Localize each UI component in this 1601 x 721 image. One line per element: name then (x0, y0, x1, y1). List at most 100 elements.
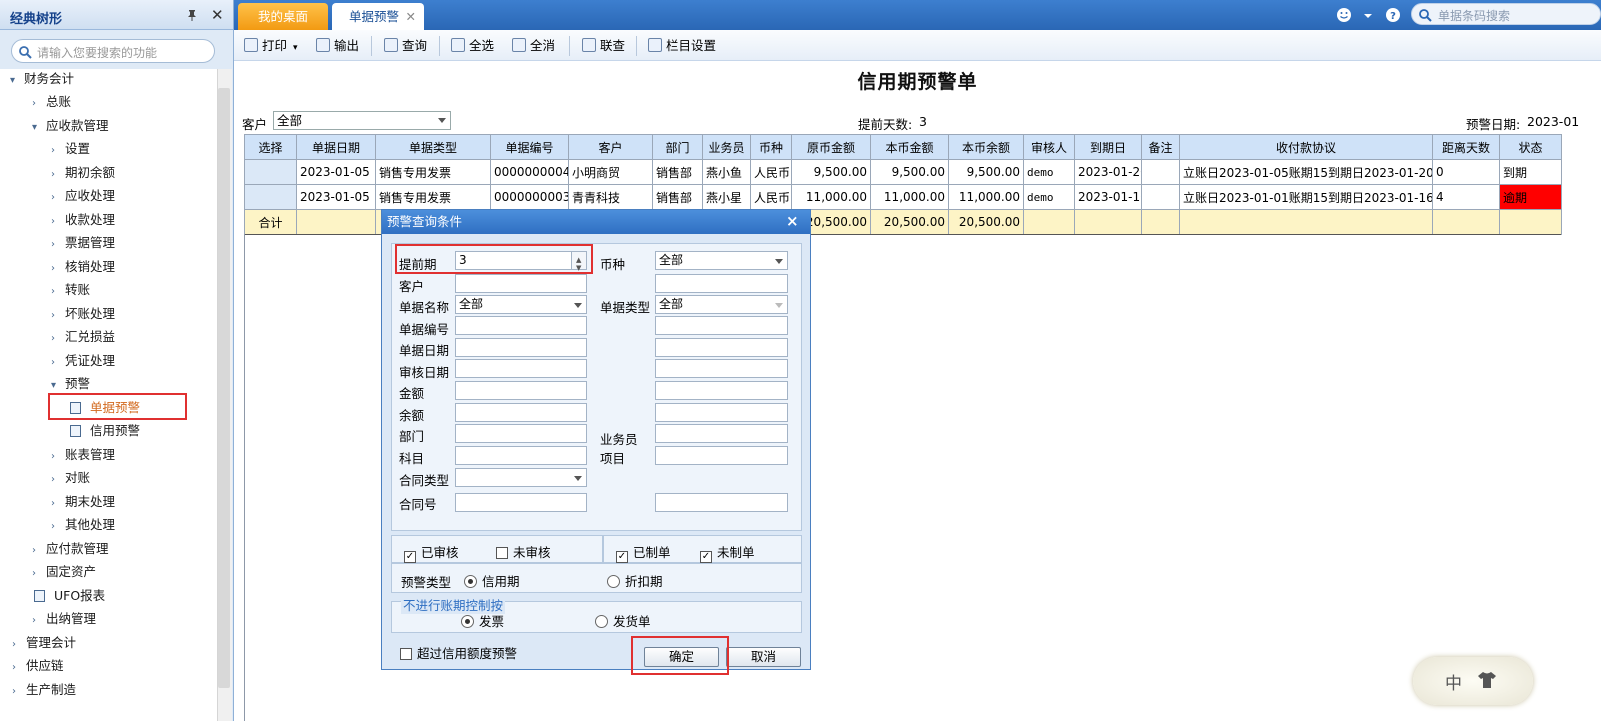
tree-item-warning[interactable]: ▾ 预警 (51, 373, 90, 395)
tree-item-write-off[interactable]: › 核销处理 (51, 256, 115, 278)
column-header[interactable]: 状态 (1499, 134, 1562, 160)
row-select-cell[interactable] (244, 159, 297, 185)
tree-item-manufacturing[interactable]: › 生产制造 (12, 679, 76, 701)
invoice-radio[interactable]: 发票 (461, 611, 504, 630)
dialog-close-icon[interactable]: × (786, 212, 799, 230)
tree-item-settings[interactable]: › 设置 (51, 138, 90, 160)
audited-checkbox[interactable]: ✓ 已审核 (404, 542, 459, 563)
link-query-button[interactable]: 联查 (582, 37, 625, 55)
deselect-all-button[interactable]: 全消 (512, 37, 555, 55)
table-row[interactable]: 2023-01-05 销售专用发票 0000000003 青青科技 销售部 燕小… (244, 184, 1562, 210)
contract-no-from-field[interactable] (455, 493, 587, 512)
doc-date-from-field[interactable] (455, 338, 587, 357)
customer-to-field[interactable] (655, 274, 788, 293)
sidebar-search-input[interactable]: 请输入您要搜索的功能 (11, 39, 215, 63)
tree-item-management-accounting[interactable]: › 管理会计 (12, 632, 76, 654)
tree-item-payables[interactable]: › 应付款管理 (32, 538, 109, 560)
customer-from-field[interactable] (455, 274, 587, 293)
pin-icon[interactable] (186, 9, 198, 21)
over-credit-limit-checkbox[interactable]: 超过信用额度预警 (400, 643, 517, 662)
column-header[interactable]: 币种 (750, 134, 792, 160)
table-row[interactable]: 2023-01-05 销售专用发票 0000000004 小明商贸 销售部 燕小… (244, 159, 1562, 185)
delivery-note-radio[interactable]: 发货单 (595, 611, 651, 630)
close-icon[interactable]: ✕ (211, 6, 224, 24)
tree-item-supply-chain[interactable]: › 供应链 (12, 655, 64, 677)
balance-from-field[interactable] (455, 403, 587, 422)
tree-item-receivables[interactable]: ▾ 应收款管理 (32, 115, 109, 137)
amount-from-field[interactable] (455, 381, 587, 400)
export-button[interactable]: 输出 (316, 37, 359, 55)
tree-item-report-management[interactable]: › 账表管理 (51, 444, 115, 466)
column-header[interactable]: 距离天数 (1432, 134, 1500, 160)
doc-name-select[interactable]: 全部 (455, 295, 587, 314)
subject-field[interactable] (455, 446, 587, 465)
amount-label: 金额 (399, 386, 425, 401)
tab-home[interactable]: 我的桌面 (238, 3, 328, 30)
column-header[interactable]: 选择 (244, 134, 297, 160)
column-header[interactable]: 本币金额 (870, 134, 949, 160)
cancel-button[interactable]: 取消 (726, 647, 801, 667)
project-field[interactable] (655, 446, 788, 465)
audit-date-from-field[interactable] (455, 359, 587, 378)
tree-item-ufo-report[interactable]: UFO报表 (34, 585, 105, 607)
table-cell: 11,000.00 (948, 184, 1024, 210)
tree-item-bill-management[interactable]: › 票据管理 (51, 232, 115, 254)
column-header[interactable]: 备注 (1141, 134, 1180, 160)
column-header[interactable]: 原币金额 (791, 134, 871, 160)
tree-item-general-ledger[interactable]: › 总账 (32, 91, 71, 113)
column-header[interactable]: 到期日 (1074, 134, 1142, 160)
vouchered-checkbox[interactable]: ✓ 已制单 (616, 542, 671, 563)
tree-item-transfer[interactable]: › 转账 (51, 279, 90, 301)
salesman-field[interactable] (655, 424, 788, 443)
tree-item-fixed-assets[interactable]: › 固定资产 (32, 561, 96, 583)
column-header[interactable]: 审核人 (1023, 134, 1075, 160)
discount-period-radio[interactable]: 折扣期 (607, 571, 663, 590)
tree-item-other-processing[interactable]: › 其他处理 (51, 514, 115, 536)
tree-item-voucher-processing[interactable]: › 凭证处理 (51, 350, 115, 372)
doc-no-to-field[interactable] (655, 316, 788, 335)
column-header[interactable]: 业务员 (702, 134, 751, 160)
credit-period-radio[interactable]: 信用期 (464, 571, 520, 590)
tree-item-exchange-gain-loss[interactable]: › 汇兑损益 (51, 326, 115, 348)
tree-item-reconciliation[interactable]: › 对账 (51, 467, 90, 489)
column-header[interactable]: 收付款协议 (1179, 134, 1433, 160)
customer-select[interactable]: 全部 (273, 111, 451, 130)
tree-item-receivable-processing[interactable]: › 应收处理 (51, 185, 115, 207)
tree-item-financial-accounting[interactable]: ▾ 财务会计 (10, 69, 74, 90)
tree-item-credit-warning[interactable]: 信用预警 (70, 420, 140, 442)
doc-type-select[interactable]: 全部 (655, 295, 788, 314)
doc-date-to-field[interactable] (655, 338, 788, 357)
column-header[interactable]: 单据编号 (490, 134, 569, 160)
currency-select[interactable]: 全部 (655, 251, 788, 270)
balance-to-field[interactable] (655, 403, 788, 422)
department-field[interactable] (455, 424, 587, 443)
unvouchered-checkbox[interactable]: ✓ 未制单 (700, 542, 755, 563)
select-all-button[interactable]: 全选 (451, 37, 494, 55)
audit-date-to-field[interactable] (655, 359, 788, 378)
tab-document-warning[interactable]: 单据预警 ✕ (332, 3, 424, 30)
ime-status-widget[interactable]: 中 (1413, 657, 1533, 705)
column-header[interactable]: 客户 (568, 134, 653, 160)
column-settings-button[interactable]: 栏目设置 (648, 37, 716, 55)
tree-item-cashier[interactable]: › 出纳管理 (32, 608, 96, 630)
column-header[interactable]: 本币余额 (948, 134, 1024, 160)
contract-type-select[interactable] (455, 468, 587, 487)
tab-close-icon[interactable]: ✕ (406, 3, 416, 30)
query-button[interactable]: 查询 (384, 37, 427, 55)
chevron-down-icon[interactable]: ▾ (293, 43, 298, 53)
tree-item-receipt-processing[interactable]: › 收款处理 (51, 209, 115, 231)
row-select-cell[interactable] (244, 184, 297, 210)
column-header[interactable]: 单据类型 (375, 134, 491, 160)
amount-to-field[interactable] (655, 381, 788, 400)
contract-no-to-field[interactable] (655, 493, 788, 512)
tree-item-opening-balance[interactable]: › 期初余额 (51, 162, 115, 184)
sidebar-scroll-thumb[interactable] (218, 88, 230, 688)
unaudited-checkbox[interactable]: 未审核 (496, 542, 551, 561)
tree-item-period-end[interactable]: › 期末处理 (51, 491, 115, 513)
column-header[interactable]: 部门 (652, 134, 703, 160)
tree-item-bad-debt[interactable]: › 坏账处理 (51, 303, 115, 325)
print-button[interactable]: 打印 ▾ (244, 37, 298, 55)
barcode-search-input[interactable]: 单据条码搜索 (1411, 3, 1601, 25)
doc-no-from-field[interactable] (455, 316, 587, 335)
column-header[interactable]: 单据日期 (296, 134, 376, 160)
